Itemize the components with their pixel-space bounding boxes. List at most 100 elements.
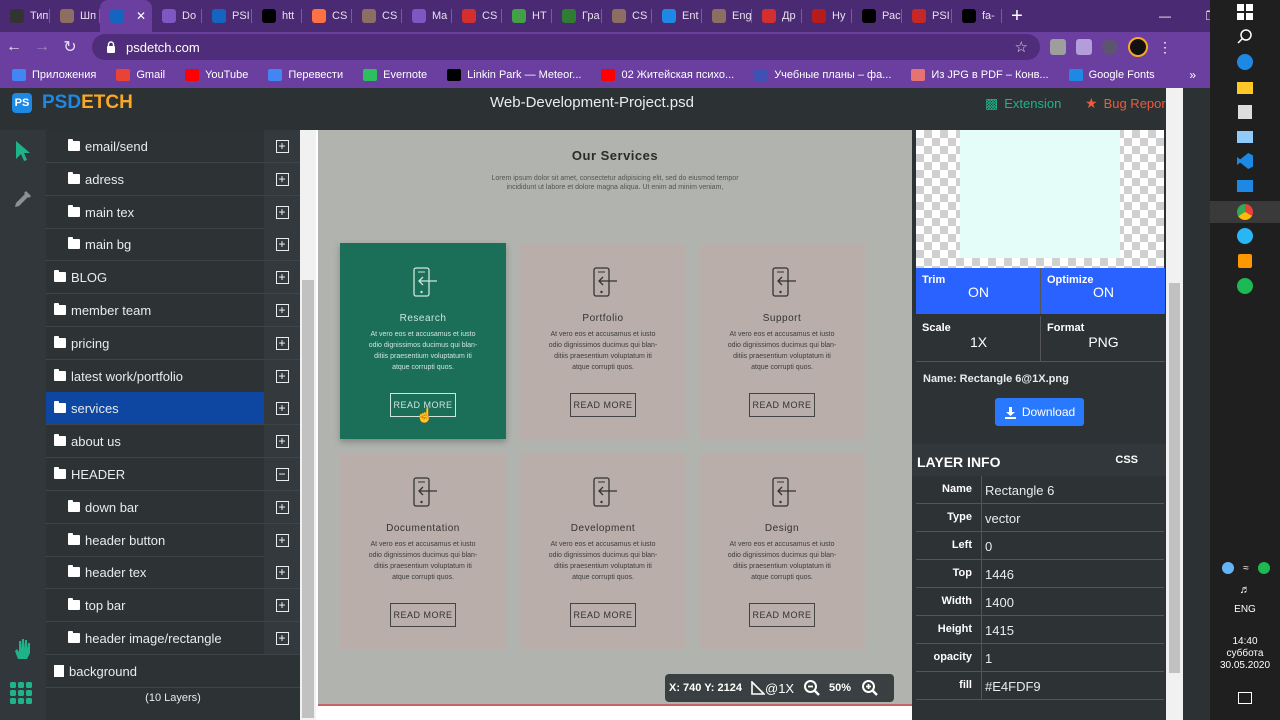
- browser-tab[interactable]: Ent: [652, 0, 702, 32]
- reload-icon[interactable]: ↻: [56, 37, 84, 57]
- service-card[interactable]: Documentation At vero eos et accusamus et…: [340, 453, 506, 649]
- layer-item[interactable]: pricing +: [46, 327, 300, 360]
- optimize-toggle[interactable]: Optimize ON: [1040, 268, 1165, 314]
- collapse-icon[interactable]: −: [264, 458, 300, 490]
- hand-tool[interactable]: [8, 634, 38, 664]
- service-card[interactable]: Design At vero eos et accusamus et iusto o…: [699, 453, 865, 649]
- expand-icon[interactable]: +: [264, 163, 300, 195]
- bug-report-link[interactable]: ★ Bug Report: [1085, 95, 1169, 112]
- spotify-icon[interactable]: [1235, 276, 1255, 296]
- layer-item[interactable]: down bar +: [46, 491, 300, 524]
- back-icon[interactable]: ←: [0, 38, 28, 56]
- layer-item[interactable]: adress +: [46, 163, 300, 196]
- bookmark-item[interactable]: Linkin Park — Meteor...: [447, 69, 581, 81]
- browser-tab[interactable]: Ну: [802, 0, 852, 32]
- browser-tab[interactable]: PSI: [202, 0, 252, 32]
- trim-toggle[interactable]: Trim ON: [916, 268, 1041, 314]
- menu-kebab-icon[interactable]: ⋮: [1158, 39, 1172, 56]
- minimize-icon[interactable]: —: [1142, 0, 1188, 32]
- grid-tool[interactable]: [6, 678, 36, 708]
- layer-item[interactable]: main bg +: [46, 228, 300, 261]
- layer-info-value[interactable]: #E4FDF9: [985, 679, 1041, 694]
- browser-tab[interactable]: Тип: [0, 0, 50, 32]
- browser-tab[interactable]: Eng: [702, 0, 752, 32]
- read-more-button[interactable]: READ MORE: [570, 603, 636, 627]
- scrollbar-thumb[interactable]: [1169, 283, 1180, 673]
- windows-start-icon[interactable]: [1235, 2, 1255, 22]
- browser-tab[interactable]: htt: [252, 0, 302, 32]
- layer-item[interactable]: header tex +: [46, 556, 300, 589]
- expand-icon[interactable]: +: [264, 360, 300, 392]
- clock[interactable]: 14:40 суббота 30.05.2020: [1210, 636, 1280, 672]
- forward-icon[interactable]: →: [28, 38, 56, 56]
- search-icon[interactable]: [1235, 26, 1255, 46]
- format-select[interactable]: Format PNG: [1040, 316, 1165, 362]
- read-more-button[interactable]: READ MORE: [570, 393, 636, 417]
- layer-item[interactable]: HEADER −: [46, 458, 300, 491]
- bookmark-item[interactable]: Gmail: [116, 69, 165, 81]
- expand-icon[interactable]: +: [264, 524, 300, 556]
- bookmark-item[interactable]: Приложения: [12, 69, 96, 81]
- extension-link[interactable]: ▩ Extension: [985, 95, 1061, 112]
- vscode-icon[interactable]: [1235, 151, 1255, 171]
- read-more-button[interactable]: READ MORE: [749, 393, 815, 417]
- browser-tab[interactable]: ✕: [100, 0, 152, 32]
- bookmarks-overflow-icon[interactable]: »: [1189, 68, 1196, 82]
- browser-tab[interactable]: HT: [502, 0, 552, 32]
- design-canvas[interactable]: Our Services Lorem ipsum dolor sit amet,…: [318, 130, 912, 706]
- chrome-icon[interactable]: [1210, 201, 1280, 223]
- volume-icon[interactable]: ♬: [1235, 580, 1255, 600]
- layer-item[interactable]: latest work/portfolio +: [46, 360, 300, 393]
- layer-info-value[interactable]: vector: [985, 511, 1020, 526]
- feather-extension-icon[interactable]: [1076, 39, 1092, 55]
- bookmark-item[interactable]: Из JPG в PDF – Конв...: [911, 69, 1049, 81]
- bookmark-item[interactable]: Перевести: [268, 69, 343, 81]
- service-card[interactable]: Support At vero eos et accusamus et iusto…: [699, 243, 865, 439]
- browser-tab[interactable]: CS: [452, 0, 502, 32]
- browser-tab[interactable]: CS: [302, 0, 352, 32]
- read-more-button[interactable]: READ MORE: [749, 603, 815, 627]
- url-input[interactable]: psdetch.com ☆: [92, 34, 1040, 60]
- service-card[interactable]: Research At vero eos et accusamus et iust…: [340, 243, 506, 439]
- browser-tab[interactable]: fa-: [952, 0, 1002, 32]
- read-more-button[interactable]: READ MORE: [390, 603, 456, 627]
- bookmark-star-icon[interactable]: ☆: [1015, 38, 1028, 56]
- layer-info-value[interactable]: 1446: [985, 567, 1014, 582]
- keyboard-language[interactable]: ENG: [1210, 604, 1280, 615]
- expand-icon[interactable]: +: [264, 589, 300, 621]
- expand-icon[interactable]: +: [264, 327, 300, 359]
- service-card[interactable]: Portfolio At vero eos et accusamus et ius…: [520, 243, 686, 439]
- expand-icon[interactable]: +: [264, 261, 300, 293]
- mail-icon[interactable]: [1235, 176, 1255, 196]
- file-explorer-icon[interactable]: [1235, 78, 1255, 98]
- layer-info-value[interactable]: Rectangle 6: [985, 483, 1054, 498]
- css-tab[interactable]: CSS: [1115, 454, 1138, 466]
- expand-icon[interactable]: +: [264, 425, 300, 457]
- blocker-extension-icon[interactable]: [1102, 39, 1118, 55]
- new-tab-icon[interactable]: +: [1002, 5, 1032, 28]
- download-button[interactable]: Download: [995, 398, 1084, 426]
- layer-item[interactable]: main tex +: [46, 196, 300, 229]
- bookmark-item[interactable]: Evernote: [363, 69, 427, 81]
- layer-info-value[interactable]: 1400: [985, 595, 1014, 610]
- tray-spotify-icon[interactable]: [1254, 558, 1274, 578]
- tray-network-icon[interactable]: [1218, 558, 1238, 578]
- sublime-icon[interactable]: [1235, 251, 1255, 271]
- layer-info-value[interactable]: 1: [985, 651, 992, 666]
- telegram-icon[interactable]: [1235, 226, 1255, 246]
- eyedropper-tool[interactable]: [8, 184, 38, 214]
- zoom-out-icon[interactable]: [803, 679, 821, 697]
- expand-icon[interactable]: +: [264, 392, 300, 424]
- store-icon[interactable]: [1235, 102, 1255, 122]
- select-tool[interactable]: [8, 136, 38, 166]
- expand-icon[interactable]: +: [264, 228, 300, 260]
- bookmark-item[interactable]: 02 Житейская психо...: [601, 69, 734, 81]
- layer-item[interactable]: header image/rectangle +: [46, 622, 300, 655]
- expand-icon[interactable]: +: [264, 622, 300, 654]
- layer-item[interactable]: services +: [46, 392, 300, 425]
- tab-close-icon[interactable]: ✕: [136, 9, 146, 23]
- scrollbar-thumb[interactable]: [302, 280, 314, 718]
- layer-item[interactable]: header button +: [46, 524, 300, 557]
- expand-icon[interactable]: +: [264, 491, 300, 523]
- bookmark-item[interactable]: Google Fonts: [1068, 69, 1155, 81]
